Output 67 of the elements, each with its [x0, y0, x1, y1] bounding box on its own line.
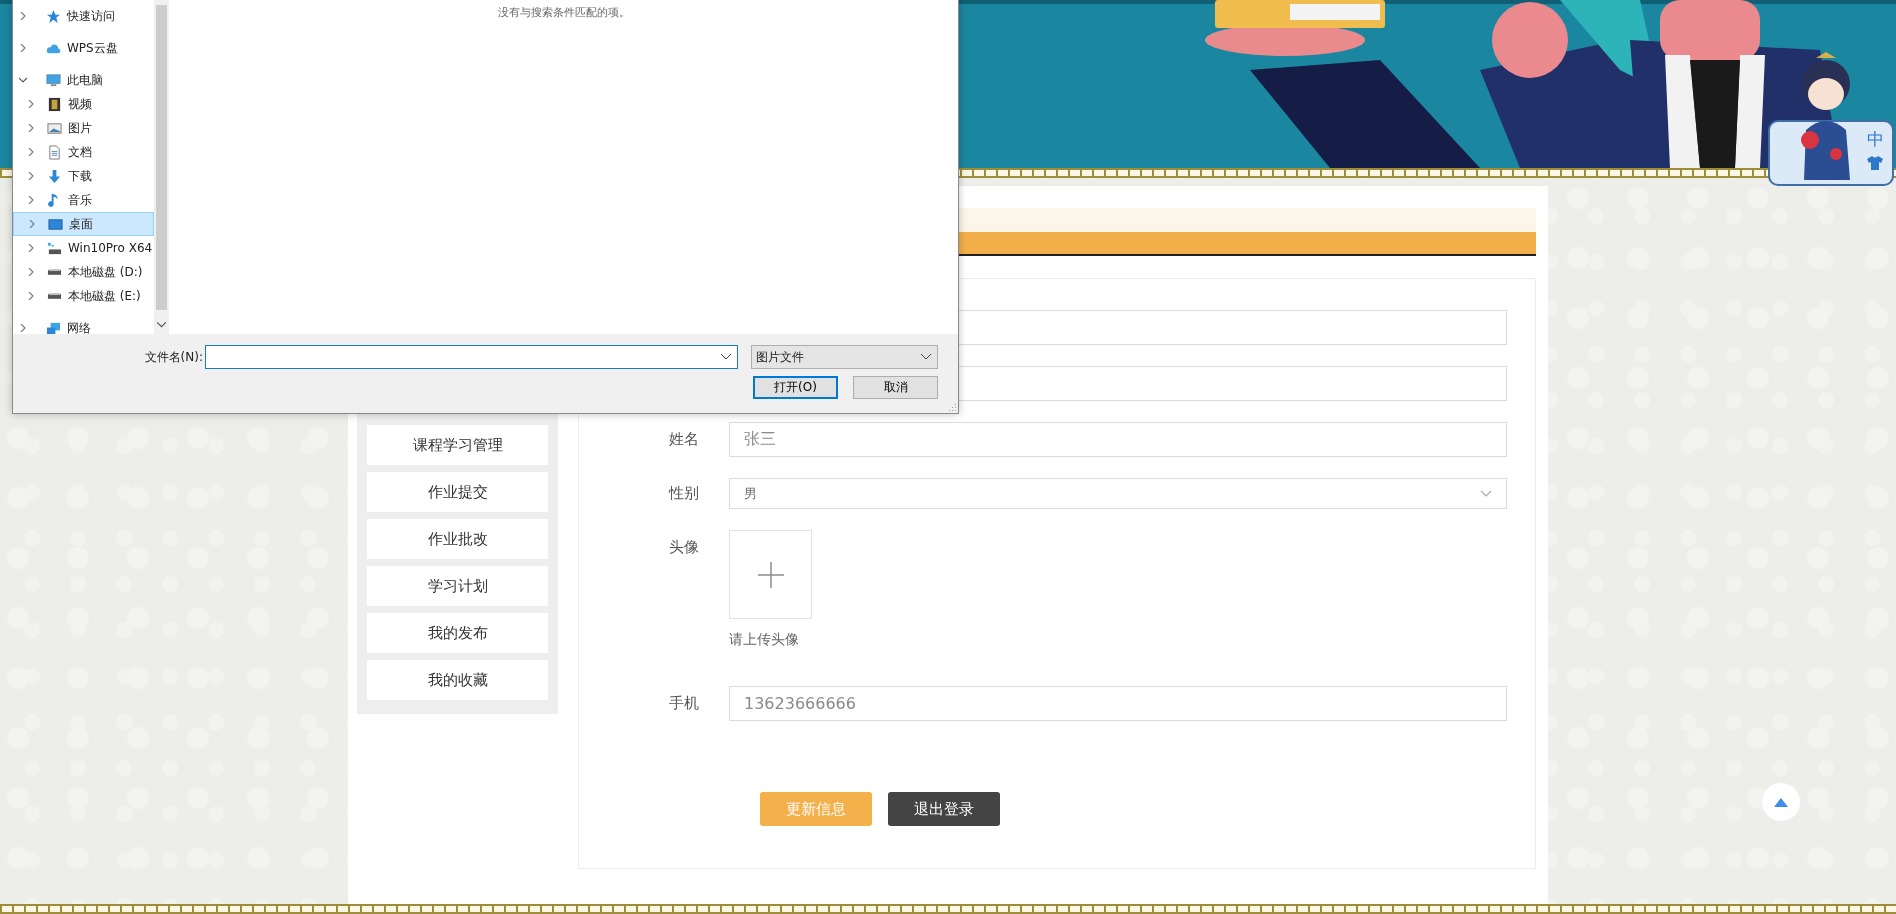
shirt-icon[interactable] [1867, 156, 1883, 170]
chevron-right-icon[interactable] [27, 196, 35, 204]
plus-icon [757, 561, 784, 588]
nav-item[interactable]: 此电脑 [13, 68, 154, 92]
chevron-right-icon[interactable] [27, 148, 35, 156]
back-to-top-button[interactable] [1761, 782, 1801, 822]
field-label: 姓名 [668, 429, 700, 450]
chevron-right-icon[interactable] [27, 244, 35, 252]
language-toggle[interactable]: 中 [1867, 128, 1884, 151]
sidebar-item[interactable]: 课程学习管理 [367, 425, 548, 465]
chevron-right-icon[interactable] [27, 172, 35, 180]
pictures-icon [47, 120, 62, 136]
chevron-down-icon[interactable] [19, 76, 27, 84]
arrow-up-icon [1774, 797, 1788, 807]
chevron-down-icon [1480, 489, 1492, 498]
sidebar-item[interactable]: 作业批改 [367, 519, 548, 559]
cancel-button[interactable]: 取消 [853, 376, 938, 399]
resize-grip-icon[interactable] [948, 403, 956, 411]
chevron-right-icon[interactable] [27, 124, 35, 132]
chevron-right-icon[interactable] [27, 268, 35, 276]
nav-item[interactable]: 文档 [13, 140, 154, 164]
field-label: 手机 [668, 693, 700, 714]
select-field[interactable]: 男 [729, 478, 1507, 509]
sidebar-item[interactable]: 我的收藏 [367, 660, 548, 700]
nav-item[interactable]: 网络 [13, 316, 154, 340]
nav-item[interactable]: 下载 [13, 164, 154, 188]
drive-icon [47, 268, 62, 276]
field-label: 头像 [668, 537, 700, 558]
nav-item[interactable]: WPS云盘 [13, 36, 154, 60]
nav-item[interactable]: 音乐 [13, 188, 154, 212]
chevron-right-icon[interactable] [27, 100, 35, 108]
field-label: 性别 [667, 483, 700, 504]
pc-icon [46, 72, 61, 88]
open-button[interactable]: 打开(O) [753, 376, 838, 399]
logout-button[interactable]: 退出登录 [888, 792, 1000, 826]
sidebar-item[interactable]: 我的发布 [367, 613, 548, 653]
chevron-down-icon [921, 354, 931, 360]
desktop-icon [48, 216, 63, 232]
downloads-icon [47, 168, 62, 184]
filename-field[interactable] [205, 345, 738, 369]
chevron-right-icon[interactable] [19, 44, 27, 52]
scrollbar[interactable] [154, 0, 169, 334]
sidebar-item[interactable]: 学习计划 [367, 566, 548, 606]
docs-icon [47, 144, 62, 160]
nav-item[interactable]: 本地磁盘 (D:) [13, 260, 154, 284]
nav-item[interactable]: 快速访问 [13, 4, 154, 28]
nav-item[interactable]: 本地磁盘 (E:) [13, 284, 154, 308]
chevron-right-icon[interactable] [19, 12, 27, 20]
sidebar-item[interactable]: 作业提交 [367, 472, 548, 512]
upload-hint: 请上传头像 [729, 631, 800, 649]
chevron-down-icon [721, 354, 731, 360]
filename-label: 文件名(N): [143, 348, 204, 366]
chevron-right-icon[interactable] [19, 324, 27, 332]
chevron-right-icon[interactable] [28, 220, 36, 228]
file-type-dropdown[interactable]: 图片文件 [751, 345, 938, 369]
network-icon [46, 320, 61, 336]
nav-item[interactable]: 图片 [13, 116, 154, 140]
empty-message: 没有与搜索条件匹配的项。 [497, 6, 630, 19]
video-icon [47, 96, 62, 112]
nav-item[interactable]: 视频 [13, 92, 154, 116]
nav-item[interactable]: Win10Pro X64 [13, 236, 154, 260]
scroll-down-icon[interactable] [157, 322, 166, 328]
input-field[interactable]: 13623666666 [729, 686, 1507, 721]
drive-icon [47, 292, 62, 300]
nav-item[interactable]: 桌面 [13, 212, 154, 236]
input-field[interactable]: 张三 [729, 422, 1507, 457]
chevron-right-icon[interactable] [27, 292, 35, 300]
